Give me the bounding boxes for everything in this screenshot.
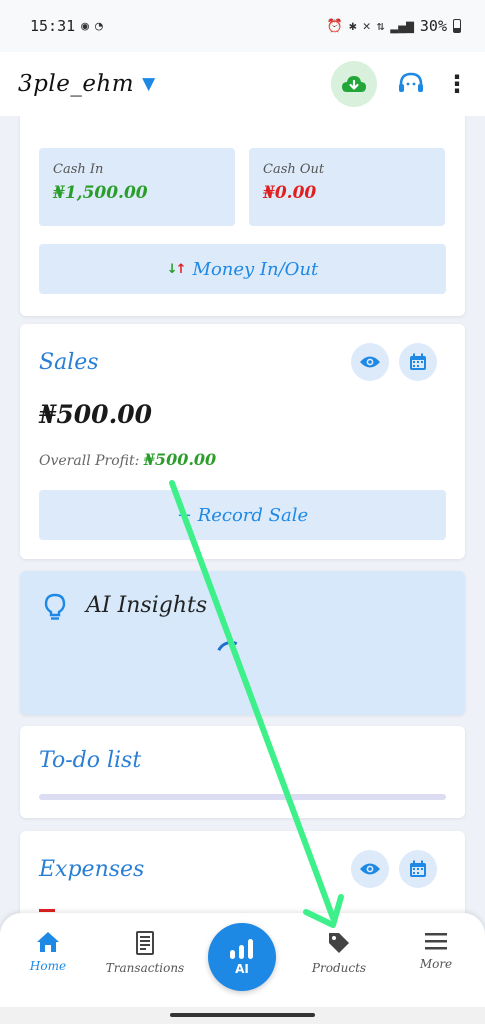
- nav-transactions-label: Transactions: [105, 961, 185, 975]
- todo-title: To-do list: [39, 748, 142, 773]
- nav-more-label: More: [419, 957, 453, 971]
- eye-icon: [360, 863, 380, 875]
- cash-out-box: Cash Out ₦0.00: [249, 148, 445, 226]
- sales-calendar-button[interactable]: [399, 343, 437, 381]
- nav-products[interactable]: Products: [294, 931, 384, 975]
- sales-total: ₦500.00: [39, 400, 153, 429]
- bluetooth-icon: ✱: [348, 18, 357, 34]
- status-time: 15:31: [30, 17, 76, 35]
- money-in-out-label: Money In/Out: [192, 258, 319, 280]
- home-gesture-pill[interactable]: [170, 1013, 315, 1017]
- expenses-value-partial: [39, 909, 55, 912]
- whatsapp-icon: ◉: [81, 18, 89, 34]
- sales-view-button[interactable]: [351, 343, 389, 381]
- overflow-menu-button[interactable]: ⋮: [445, 64, 469, 104]
- cash-out-value: ₦0.00: [263, 183, 317, 203]
- alarm-icon: ⏰: [326, 18, 343, 34]
- data-icon: ⇅: [376, 18, 385, 34]
- sales-title: Sales: [39, 350, 99, 375]
- todo-progress-bar: [39, 794, 446, 800]
- cloud-sync-button[interactable]: [331, 61, 377, 107]
- profit-label: Overall Profit:: [39, 453, 140, 469]
- ai-fab-label: AI: [235, 962, 249, 976]
- sync-icon: ◔: [94, 18, 103, 34]
- cash-out-label: Cash Out: [263, 162, 325, 177]
- todo-card[interactable]: To-do list: [20, 726, 465, 818]
- battery-percent: 30%: [419, 17, 447, 35]
- dashboard-content[interactable]: Cash In ₦1,500.00 Cash Out ₦0.00 ↓↑ Mone…: [0, 116, 485, 916]
- nav-products-label: Products: [311, 961, 367, 975]
- bar-chart-icon: [230, 939, 253, 959]
- menu-icon: [425, 933, 447, 950]
- cash-in-label: Cash In: [53, 162, 104, 177]
- bottom-navigation: Home Transactions AI Products More: [0, 913, 485, 1007]
- profit-value: ₦500.00: [143, 450, 217, 469]
- dropdown-caret-icon[interactable]: ▼: [142, 74, 155, 94]
- battery-icon: [453, 19, 461, 33]
- system-gesture-bar: [0, 1007, 485, 1024]
- app-screen: 15:31 ◉ ◔ ⏰ ✱ ✕ ⇅ ▂▄▆ 30% 3ple_ehm ▼ ⋮ C…: [0, 0, 485, 1024]
- expenses-view-button[interactable]: [351, 850, 389, 888]
- tag-icon: [329, 933, 349, 953]
- nav-home[interactable]: Home: [3, 931, 93, 973]
- nav-transactions[interactable]: Transactions: [100, 931, 190, 975]
- sales-card: Sales ₦500.00 Overall Profit: ₦500.00 + …: [20, 324, 465, 559]
- home-icon: [37, 932, 59, 952]
- lightbulb-icon: [44, 593, 66, 620]
- app-bar: 3ple_ehm ▼ ⋮: [0, 52, 485, 116]
- up-down-arrows-icon: ↓↑: [166, 261, 187, 277]
- status-bar: 15:31 ◉ ◔ ⏰ ✱ ✕ ⇅ ▂▄▆ 30%: [0, 0, 485, 52]
- cash-summary-card: Cash In ₦1,500.00 Cash Out ₦0.00 ↓↑ Mone…: [20, 116, 465, 316]
- headset-icon: [399, 72, 423, 92]
- calendar-icon: [410, 353, 426, 370]
- expenses-title: Expenses: [39, 857, 145, 882]
- business-name[interactable]: 3ple_ehm: [18, 71, 134, 97]
- cash-in-value: ₦1,500.00: [53, 183, 148, 203]
- mute-icon: ✕: [362, 18, 371, 34]
- nav-more[interactable]: More: [391, 931, 481, 971]
- loading-spinner-icon: [211, 636, 251, 676]
- signal-icon: ▂▄▆: [390, 18, 414, 34]
- receipt-icon: [136, 931, 154, 955]
- record-sale-button[interactable]: + Record Sale: [39, 490, 446, 540]
- cloud-download-icon: [342, 76, 366, 92]
- eye-icon: [360, 356, 380, 368]
- calendar-icon: [410, 860, 426, 877]
- overall-profit: Overall Profit: ₦500.00: [39, 450, 216, 469]
- support-button[interactable]: [391, 64, 431, 104]
- expenses-card: Expenses: [20, 831, 465, 916]
- cash-in-box: Cash In ₦1,500.00: [39, 148, 235, 226]
- ai-fab-button[interactable]: AI: [208, 923, 276, 991]
- ai-insights-title: AI Insights: [86, 593, 208, 618]
- money-in-out-button[interactable]: ↓↑ Money In/Out: [39, 244, 446, 294]
- ai-insights-card[interactable]: AI Insights: [20, 571, 465, 715]
- expenses-calendar-button[interactable]: [399, 850, 437, 888]
- nav-home-label: Home: [29, 959, 67, 973]
